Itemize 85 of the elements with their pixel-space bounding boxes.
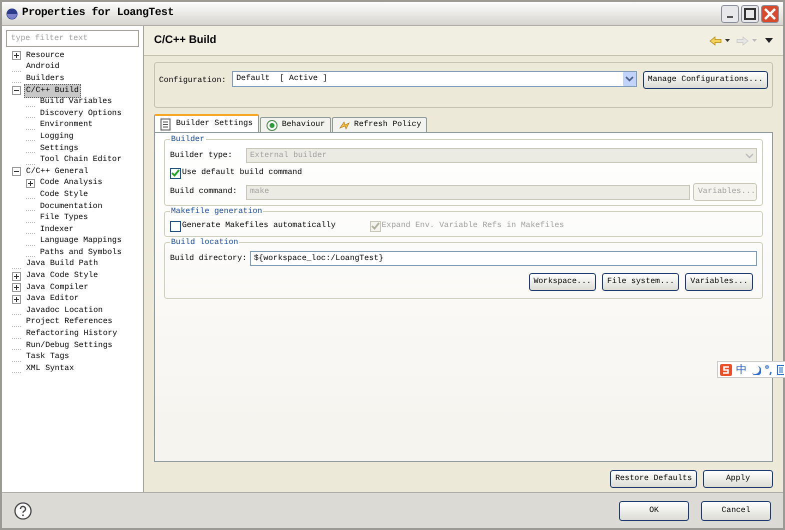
view-menu-icon	[765, 38, 773, 43]
tree-item[interactable]: Documentation	[38, 200, 104, 214]
tree-item[interactable]: File Types	[38, 211, 90, 226]
group-title: Makefile generation	[170, 206, 264, 218]
expand-icon[interactable]	[26, 178, 35, 188]
checkbox-label: Use default build command	[182, 167, 302, 179]
field-label: Builder type:	[170, 150, 234, 162]
tree-item[interactable]: C/C++ Build	[24, 84, 81, 98]
back-arrow-icon	[709, 36, 722, 46]
tree-item[interactable]: Run/Debug Settings	[24, 338, 114, 353]
checkbox-label: Generate Makefiles automatically	[182, 220, 336, 232]
tree-item[interactable]: Builders	[24, 72, 66, 86]
tree-item[interactable]: Logging	[38, 130, 76, 144]
checkbox[interactable]	[170, 220, 181, 232]
tree-item[interactable]: Refactoring History	[24, 327, 120, 342]
collapse-icon[interactable]	[12, 167, 21, 176]
tree-item[interactable]: Environment	[38, 118, 95, 132]
checkbox[interactable]	[170, 168, 181, 178]
tree-item[interactable]: Tool Chain Editor	[38, 153, 124, 168]
field-label: Configuration:	[159, 75, 226, 87]
button[interactable]: Restore Defaults	[610, 470, 697, 488]
tree-item[interactable]: Project References	[24, 315, 114, 330]
logo-icon	[720, 364, 732, 376]
tree-item[interactable]: Indexer	[38, 222, 76, 237]
tab[interactable]: Behaviour	[260, 117, 332, 132]
close-button[interactable]	[761, 4, 779, 22]
punctuation-icon	[765, 364, 773, 374]
tree-item[interactable]: Android	[24, 60, 62, 74]
text-field[interactable]: ${workspace_loc:/LoangTest}	[250, 251, 757, 266]
minimize-icon	[727, 16, 733, 18]
expand-icon[interactable]	[12, 51, 21, 60]
tab[interactable]: Builder Settings	[154, 114, 259, 132]
list-icon	[160, 118, 172, 130]
filter-field[interactable]: type filter text	[6, 30, 139, 47]
field-label: Build command:	[170, 186, 238, 198]
button[interactable]: Variables...	[685, 273, 753, 291]
tab-label: Builder Settings	[176, 118, 253, 130]
tree-item[interactable]: Resource	[24, 48, 66, 63]
tree-item[interactable]: Java Editor	[24, 292, 81, 306]
check-icon	[370, 222, 380, 230]
expand-icon[interactable]	[12, 272, 21, 281]
tree-item[interactable]: Language Mappings	[38, 234, 124, 248]
tree-item[interactable]: Code Style	[38, 188, 90, 202]
tree-item[interactable]: Paths and Symbols	[38, 246, 124, 260]
button[interactable]: File system...	[602, 273, 680, 291]
tree-item[interactable]: Java Compiler	[24, 280, 90, 295]
minimize-button[interactable]	[721, 4, 739, 22]
tree-item[interactable]: Settings	[38, 142, 80, 156]
tab-label: Refresh Policy	[354, 119, 422, 131]
page-title: C/C++ Build	[154, 33, 216, 48]
tree-item[interactable]: Code Analysis	[38, 176, 104, 190]
tree-item[interactable]: Javadoc Location	[24, 304, 105, 318]
help-icon[interactable]	[14, 502, 32, 520]
button[interactable]: OK	[619, 500, 689, 520]
checkbox-label: Expand Env. Variable Refs in Makefiles	[382, 220, 564, 232]
button[interactable]: Cancel	[701, 500, 771, 520]
expand-icon[interactable]	[12, 294, 21, 304]
dropdown-icon	[725, 39, 730, 42]
moon-icon	[751, 364, 761, 374]
close-icon	[764, 8, 776, 20]
button[interactable]: Workspace...	[528, 273, 596, 291]
maximize-icon	[744, 8, 756, 20]
tree-item[interactable]: Java Code Style	[24, 269, 100, 284]
tree-item[interactable]: C/C++ General	[24, 164, 90, 179]
field-label: Build directory:	[170, 252, 247, 264]
radio-icon	[266, 118, 278, 132]
tree-item[interactable]: Build Variables	[38, 95, 114, 110]
tab-label: Behaviour	[282, 119, 326, 131]
configuration-dropdown[interactable]: Default [ Active ]	[232, 71, 637, 87]
tab[interactable]: Refresh Policy	[332, 117, 428, 132]
tree-item[interactable]: Task Tags	[24, 350, 72, 364]
tree-item[interactable]: XML Syntax	[24, 362, 76, 376]
dropdown-icon	[752, 39, 757, 42]
window-title: Properties for LoangTest	[22, 6, 174, 22]
expand-icon[interactable]	[12, 283, 21, 292]
check-icon	[171, 169, 180, 177]
button[interactable]: Manage Configurations...	[642, 71, 768, 89]
collapse-icon[interactable]	[12, 86, 21, 96]
input-mode-label[interactable]: 中	[736, 364, 747, 375]
maximize-button[interactable]	[741, 4, 759, 22]
tree-item[interactable]: Discovery Options	[38, 106, 124, 121]
button[interactable]: Apply	[703, 470, 773, 488]
group-title: Build location	[170, 237, 240, 249]
tree-item[interactable]: Java Build Path	[24, 257, 100, 272]
forward-arrow-icon	[736, 36, 749, 46]
